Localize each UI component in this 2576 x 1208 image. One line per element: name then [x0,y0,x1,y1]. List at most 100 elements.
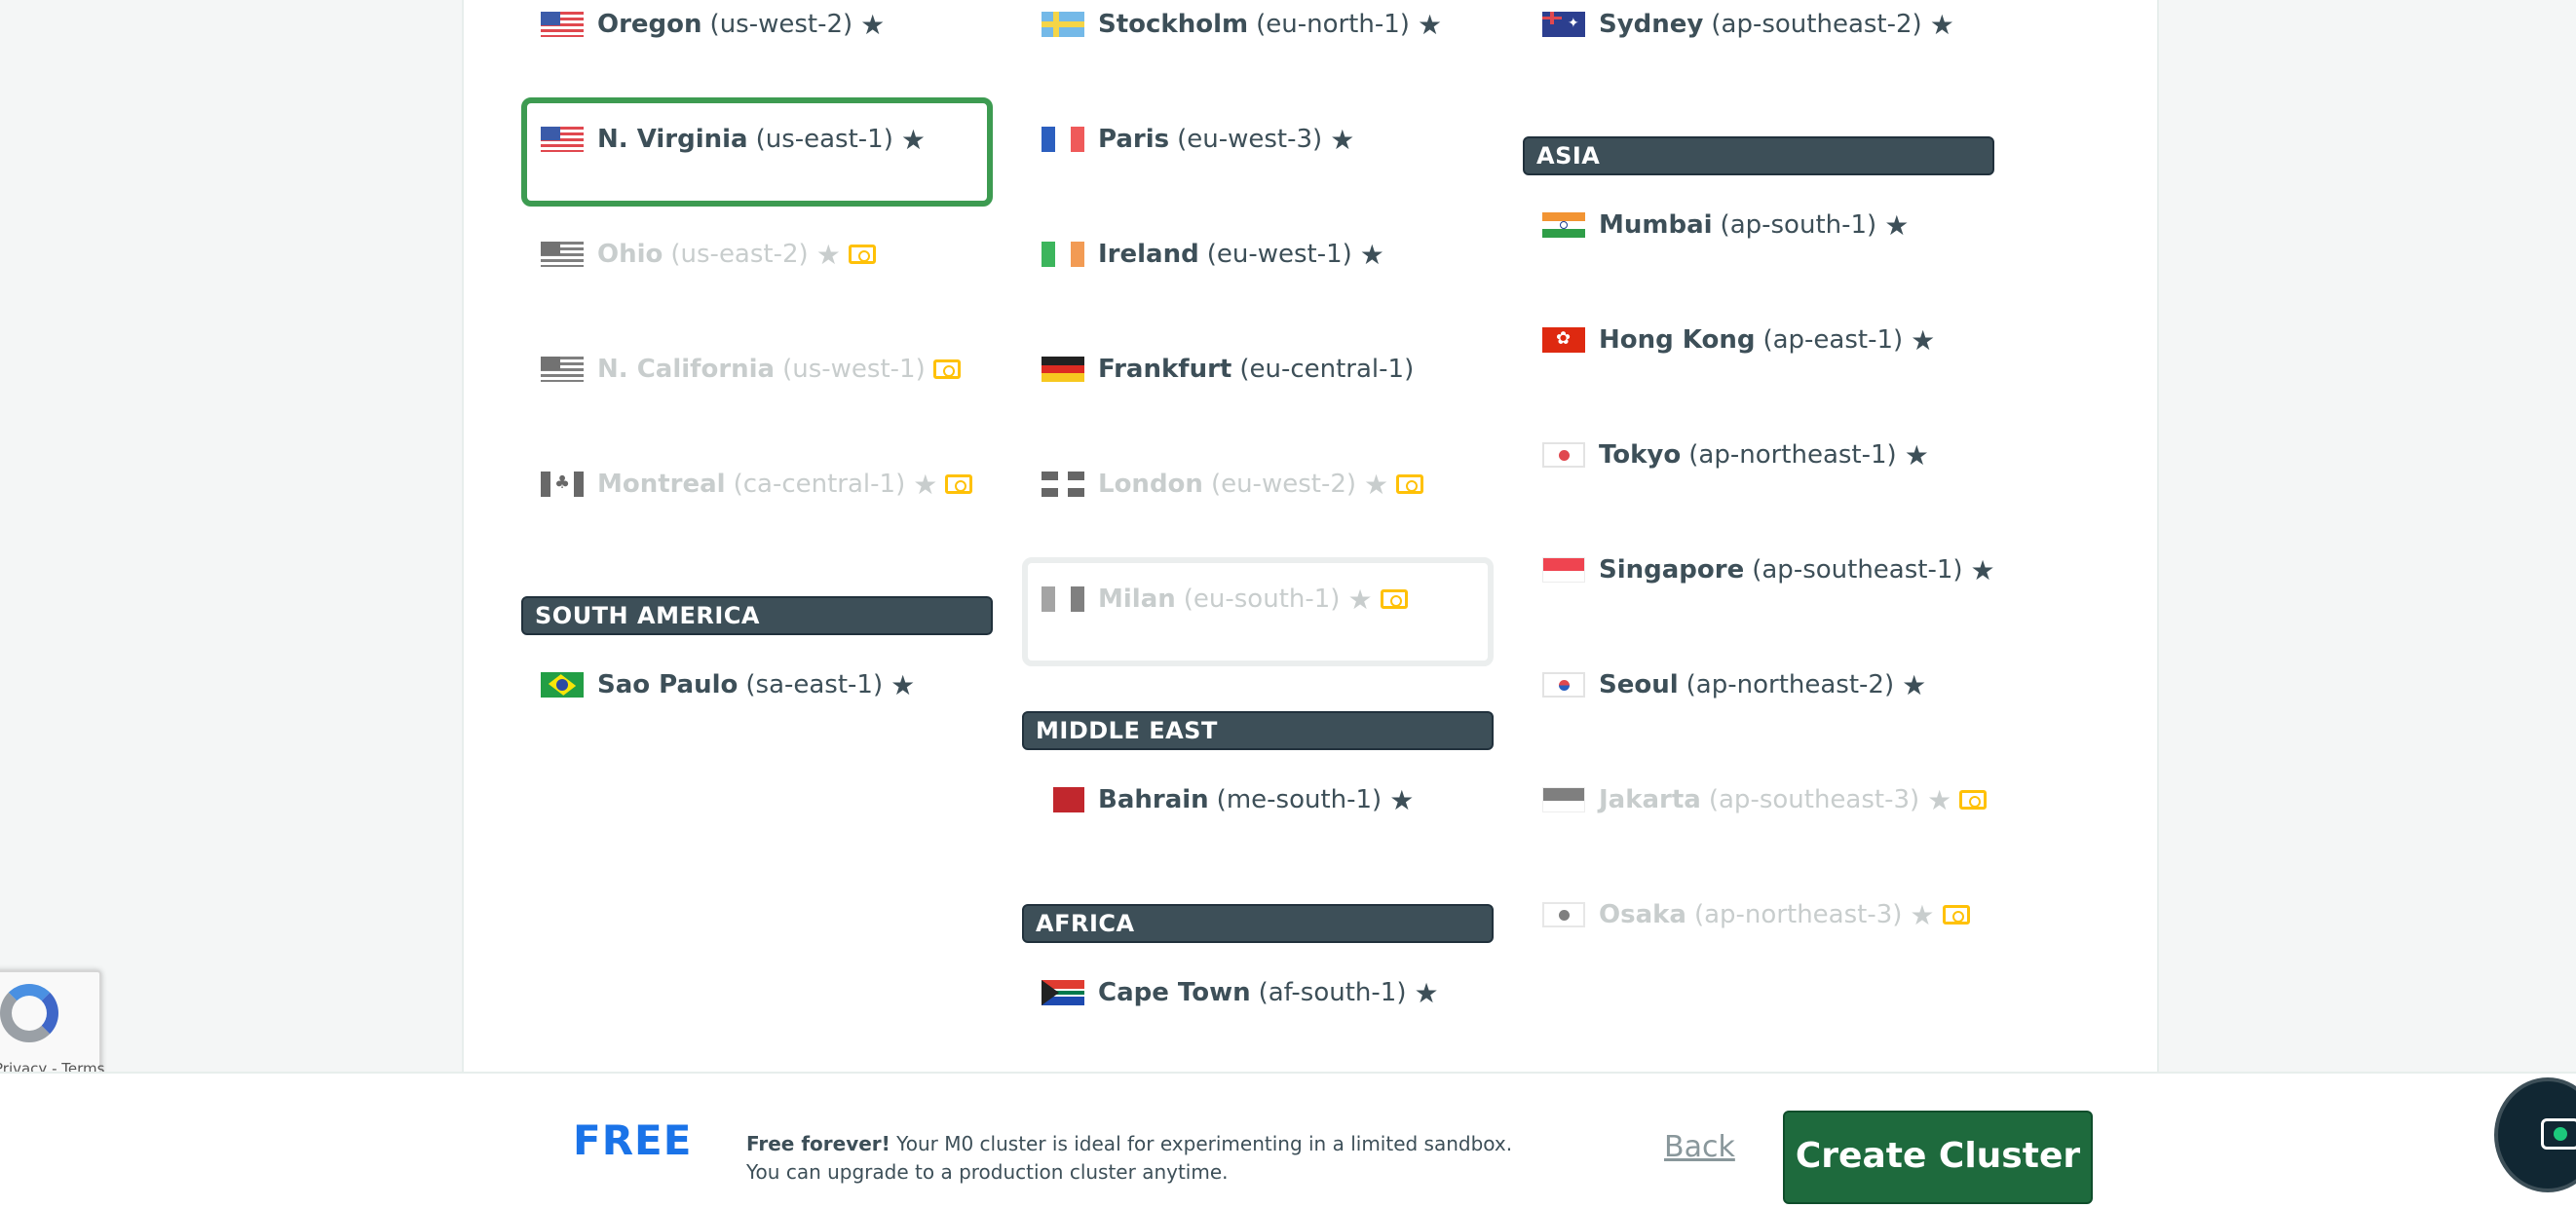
region-option-ap-northeast-1[interactable]: Tokyo (ap-northeast-1) ★ [1523,413,1994,522]
paid-tier-icon [1380,589,1408,609]
section-header: ASIA [1523,136,1994,175]
star-icon: ★ [1970,553,1995,586]
tier-description-bold: Free forever! [746,1132,890,1155]
fr-flag-icon [1042,127,1084,152]
star-icon: ★ [1884,208,1910,242]
region-option-eu-west-2[interactable]: London (eu-west-2) ★ [1022,442,1494,551]
au-flag-icon [1542,12,1585,37]
star-icon: ★ [1910,898,1935,931]
region-code: (ap-southeast-2) [1711,10,1922,39]
star-icon: ★ [1927,783,1952,816]
us-flag-icon [541,357,584,382]
region-option-eu-west-1[interactable]: Ireland (eu-west-1) ★ [1022,212,1494,321]
region-option-line: Mumbai (ap-south-1) ★ [1542,202,1909,248]
region-option-line: Cape Town (af-south-1) ★ [1042,969,1439,1016]
region-code: (us-east-1) [755,125,893,154]
region-name: N. Virginia [597,125,748,154]
ca-flag-icon [541,472,584,497]
star-icon: ★ [913,468,938,501]
region-option-line: Bahrain (me-south-1) ★ [1042,776,1414,823]
region-option-line: Paris (eu-west-3) ★ [1042,116,1354,163]
region-code: (sa-east-1) [745,670,884,699]
paid-tier-icon [1396,474,1424,494]
region-code: (eu-south-1) [1183,585,1341,614]
region-name: Paris [1098,125,1170,154]
paid-tier-icon [945,474,973,494]
region-code: (us-west-2) [709,10,853,39]
region-option-line: Hong Kong(ap-east-1)★ [1542,317,1935,363]
region-name: Seoul [1599,670,1679,699]
region-name: Singapore [1599,555,1745,585]
region-option-eu-north-1[interactable]: Stockholm (eu-north-1) ★ [1022,0,1494,92]
paid-tier-icon [1942,905,1970,925]
region-option-ap-south-1[interactable]: Mumbai (ap-south-1) ★ [1523,183,1994,292]
region-code: (ap-east-1) [1762,325,1904,355]
region-name: Sao Paulo [597,670,739,699]
region-name: Stockholm [1098,10,1249,39]
star-icon: ★ [1389,783,1415,816]
region-option-line: Jakarta (ap-southeast-3) ★ [1542,776,1988,823]
region-option-line: Milan (eu-south-1) ★ [1042,576,1408,623]
region-option-eu-south-1[interactable]: Milan (eu-south-1) ★ [1022,557,1494,666]
bh-flag-icon [1042,787,1084,812]
section-header: AFRICA [1022,904,1494,943]
region-name: Frankfurt [1098,355,1232,384]
region-code: (ap-northeast-3) [1693,900,1903,929]
star-icon: ★ [815,238,841,271]
region-option-line: N. Virginia (us-east-1) ★ [541,116,926,163]
region-option-ap-southeast-2[interactable]: Sydney(ap-southeast-2)★ [1523,0,1994,92]
region-option-ap-northeast-3[interactable]: Osaka (ap-northeast-3) ★ [1523,873,1994,982]
region-option-sa-east-1[interactable]: Sao Paulo (sa-east-1) ★ [521,643,993,752]
region-code: (us-east-2) [670,240,809,269]
create-cluster-button[interactable]: Create Cluster [1783,1111,2093,1204]
region-name: Oregon [597,10,702,39]
region-option-line: Ireland (eu-west-1) ★ [1042,231,1384,278]
region-code: (ca-central-1) [733,470,906,499]
region-option-line: Montreal(ca-central-1)★ [541,461,973,508]
star-icon: ★ [900,123,926,156]
de-flag-icon [1042,357,1084,382]
hk-flag-icon [1542,327,1585,353]
se-flag-icon [1042,12,1084,37]
star-icon: ★ [1414,976,1439,1009]
region-name: Ireland [1098,240,1199,269]
region-name: Hong Kong [1599,325,1756,355]
region-code: (af-south-1) [1258,978,1407,1007]
region-option-ap-southeast-3[interactable]: Jakarta (ap-southeast-3) ★ [1523,758,1994,867]
region-code: (ap-southeast-3) [1708,785,1920,814]
back-link[interactable]: Back [1664,1130,1735,1164]
region-option-me-south-1[interactable]: Bahrain (me-south-1) ★ [1022,758,1494,867]
region-option-us-west-2[interactable]: Oregon (us-west-2) ★ [521,0,993,92]
region-option-line: Seoul (ap-northeast-2) ★ [1542,661,1926,708]
star-icon: ★ [1904,438,1929,472]
region-option-af-south-1[interactable]: Cape Town (af-south-1) ★ [1022,951,1494,1060]
region-option-eu-central-1[interactable]: Frankfurt (eu-central-1) [1022,327,1494,436]
paid-tier-icon [1959,790,1988,810]
recaptcha-badge[interactable]: Privacy - Terms [0,970,104,1087]
region-option-line: Sao Paulo (sa-east-1) ★ [541,661,915,708]
kr-flag-icon [1542,672,1585,698]
region-option-ca-central-1[interactable]: Montreal(ca-central-1)★ [521,442,993,551]
region-option-us-west-1[interactable]: N. California (us-west-1) [521,327,993,436]
region-option-line: Sydney(ap-southeast-2)★ [1542,1,1954,48]
region-name: Mumbai [1599,210,1713,240]
footer-bar: FREE Free forever! Your M0 cluster is id… [0,1072,2576,1208]
region-option-ap-east-1[interactable]: Hong Kong(ap-east-1)★ [1523,298,1994,407]
region-option-us-east-1[interactable]: N. Virginia (us-east-1) ★ [521,97,993,207]
region-option-line: Ohio (us-east-2) ★ [541,231,876,278]
star-icon: ★ [1330,123,1355,156]
region-code: (us-west-1) [782,355,926,384]
us-flag-icon [541,12,584,37]
za-flag-icon [1042,980,1084,1005]
region-name: Bahrain [1098,785,1209,814]
jp-flag-icon [1542,902,1585,927]
region-option-ap-northeast-2[interactable]: Seoul (ap-northeast-2) ★ [1523,643,1994,752]
sg-flag-icon [1542,557,1585,583]
region-name: Sydney [1599,10,1704,39]
region-option-eu-west-3[interactable]: Paris (eu-west-3) ★ [1022,97,1494,207]
region-option-ap-southeast-1[interactable]: Singapore (ap-southeast-1) ★ [1523,528,1995,637]
region-code: (eu-west-1) [1206,240,1352,269]
region-code: (ap-south-1) [1720,210,1877,240]
region-option-us-east-2[interactable]: Ohio (us-east-2) ★ [521,212,993,321]
tier-description: Free forever! Your M0 cluster is ideal f… [746,1130,1545,1187]
